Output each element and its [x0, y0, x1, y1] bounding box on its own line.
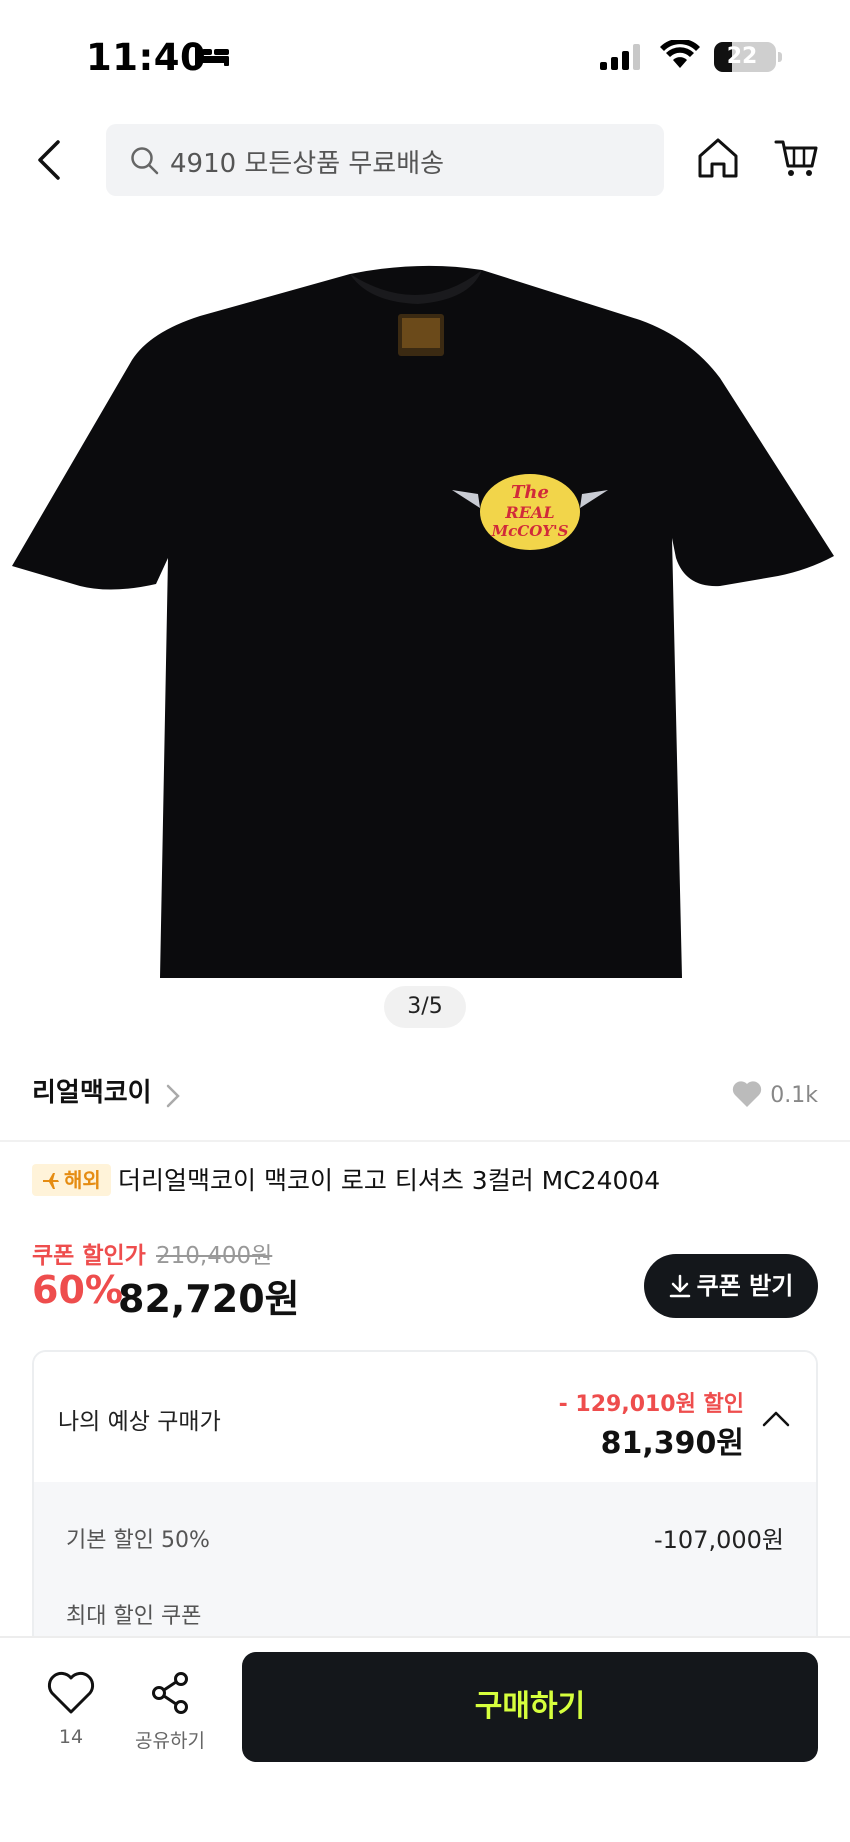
- product-title: 더리얼맥코이 맥코이 로고 티셔츠 3컬러 MC24004: [118, 1166, 661, 1195]
- wifi-icon: [660, 40, 700, 68]
- like-count: 14: [58, 1726, 84, 1748]
- chevron-right-icon[interactable]: [166, 1084, 180, 1108]
- bed-icon: [195, 46, 229, 66]
- divider: [0, 1140, 850, 1142]
- share-icon: [152, 1672, 188, 1714]
- svg-text:REAL: REAL: [504, 503, 554, 522]
- brand-name[interactable]: 리얼맥코이: [32, 1072, 152, 1109]
- search-placeholder: 4910 모든상품 무료배송: [170, 149, 445, 179]
- get-coupon-button[interactable]: 쿠폰 받기: [644, 1254, 818, 1318]
- status-time: 11:40: [86, 36, 207, 79]
- download-icon: [669, 1274, 690, 1298]
- like-button[interactable]: 14: [44, 1670, 98, 1748]
- heart-outline-icon: [47, 1671, 95, 1714]
- image-page-indicator: 3/5: [384, 986, 466, 1028]
- battery-indicator: 22: [714, 42, 782, 72]
- max-coupon-label: 최대 할인 쿠폰: [66, 1604, 202, 1629]
- overseas-badge: 해외: [32, 1164, 111, 1196]
- coupon-price-label: 쿠폰 할인가: [32, 1243, 146, 1269]
- brand-like[interactable]: 0.1k: [732, 1080, 818, 1108]
- top-nav: 4910 모든상품 무료배송: [0, 120, 850, 200]
- estimated-price-header[interactable]: 나의 예상 구매가 - 129,010원 할인 81,390원: [34, 1352, 816, 1482]
- original-price: 210,400원: [156, 1243, 273, 1269]
- heart-filled-icon: [733, 1081, 762, 1107]
- estimated-savings: - 129,010원 할인: [558, 1392, 744, 1417]
- search-icon: [131, 147, 159, 175]
- search-bar[interactable]: 4910 모든상품 무료배송: [106, 124, 664, 196]
- svg-text:The: The: [511, 482, 549, 503]
- estimated-price-label: 나의 예상 구매가: [58, 1409, 221, 1435]
- discount-rate: 60%: [32, 1268, 123, 1312]
- back-arrow-icon[interactable]: [30, 134, 74, 186]
- airplane-icon: [43, 1173, 59, 1189]
- status-bar: 11:40 22: [0, 0, 850, 110]
- share-button[interactable]: 공유하기: [130, 1670, 210, 1753]
- signal-icon: [600, 44, 640, 70]
- cart-icon[interactable]: [774, 138, 818, 178]
- tshirt-image: The REAL McCOY'S: [12, 265, 834, 978]
- product-title-row: 해외 더리얼맥코이 맥코이 로고 티셔츠 3컬러 MC24004: [32, 1164, 818, 1198]
- product-image[interactable]: The REAL McCOY'S: [0, 238, 850, 1028]
- base-discount-label: 기본 할인 50%: [66, 1528, 210, 1553]
- buy-button[interactable]: 구매하기: [242, 1652, 818, 1762]
- svg-text:McCOY'S: McCOY'S: [491, 522, 569, 540]
- chevron-up-icon[interactable]: [762, 1410, 790, 1428]
- estimated-price: 81,390원: [600, 1426, 744, 1461]
- base-discount-value: -107,000원: [654, 1526, 784, 1554]
- sale-price: 82,720원: [118, 1277, 300, 1321]
- brand-like-count: 0.1k: [770, 1083, 818, 1108]
- bottom-action-bar: 14 공유하기 구매하기: [0, 1636, 850, 1842]
- home-icon[interactable]: [696, 136, 740, 180]
- share-label: 공유하기: [135, 1730, 205, 1752]
